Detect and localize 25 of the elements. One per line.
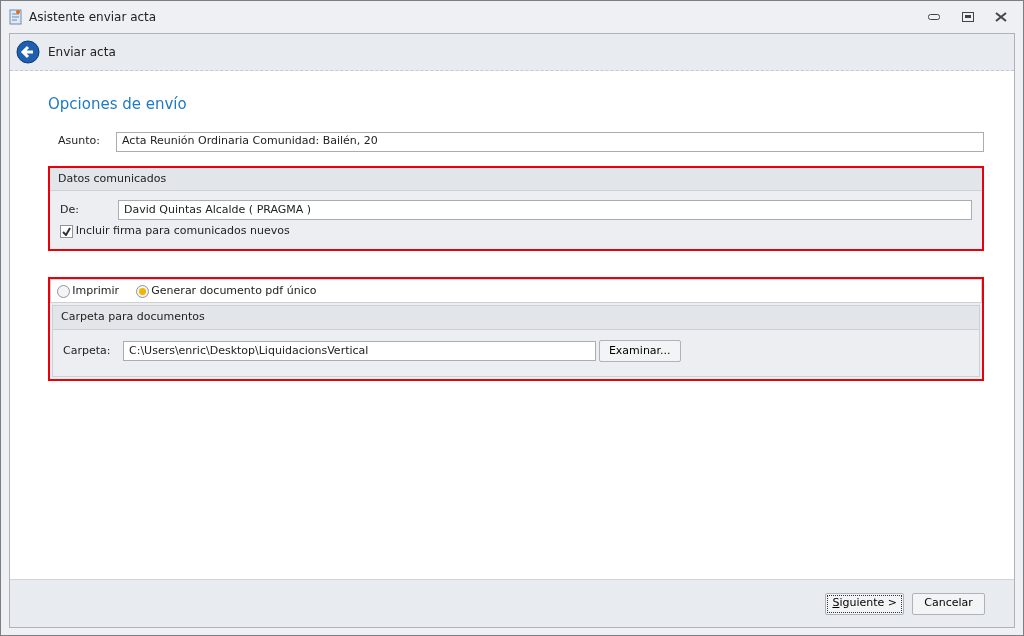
back-icon[interactable] — [16, 40, 40, 64]
subject-field[interactable]: Acta Reunión Ordinaria Comunidad: Bailén, 20 — [116, 131, 984, 152]
radio-label: Generar documento pdf único — [151, 283, 317, 299]
from-field[interactable]: David Quintas Alcalde ( PRAGMA ) — [118, 200, 972, 220]
folder-field[interactable]: C:\Users\enric\Desktop\LiquidacionsVertical — [123, 340, 596, 361]
window-title: Asistente enviar acta — [29, 9, 157, 26]
close-icon[interactable] — [995, 12, 1007, 22]
radio-button[interactable] — [56, 284, 70, 298]
radio-label: Imprimir — [72, 283, 120, 299]
browse-button[interactable]: Examinar... — [598, 339, 681, 362]
signature-label: Incluir firma para comunicados nuevos — [75, 222, 290, 239]
group-title: Datos comunicados — [50, 167, 982, 191]
document-icon — [9, 9, 23, 25]
header-title: Enviar acta — [48, 44, 116, 61]
signature-checkbox[interactable] — [60, 224, 73, 238]
cancel-button[interactable]: Cancelar — [912, 592, 985, 615]
folder-label: Carpeta: — [63, 342, 112, 359]
next-button[interactable]: Siguiente > — [825, 592, 904, 615]
subject-label: Asunto: — [58, 133, 101, 150]
minimize-icon[interactable] — [928, 14, 940, 20]
group-title: Carpeta para documentos — [53, 306, 979, 330]
restore-icon[interactable] — [961, 12, 974, 22]
section-title: Opciones de envío — [48, 94, 188, 115]
radio-button[interactable] — [135, 284, 149, 298]
from-label: De: — [60, 201, 80, 218]
